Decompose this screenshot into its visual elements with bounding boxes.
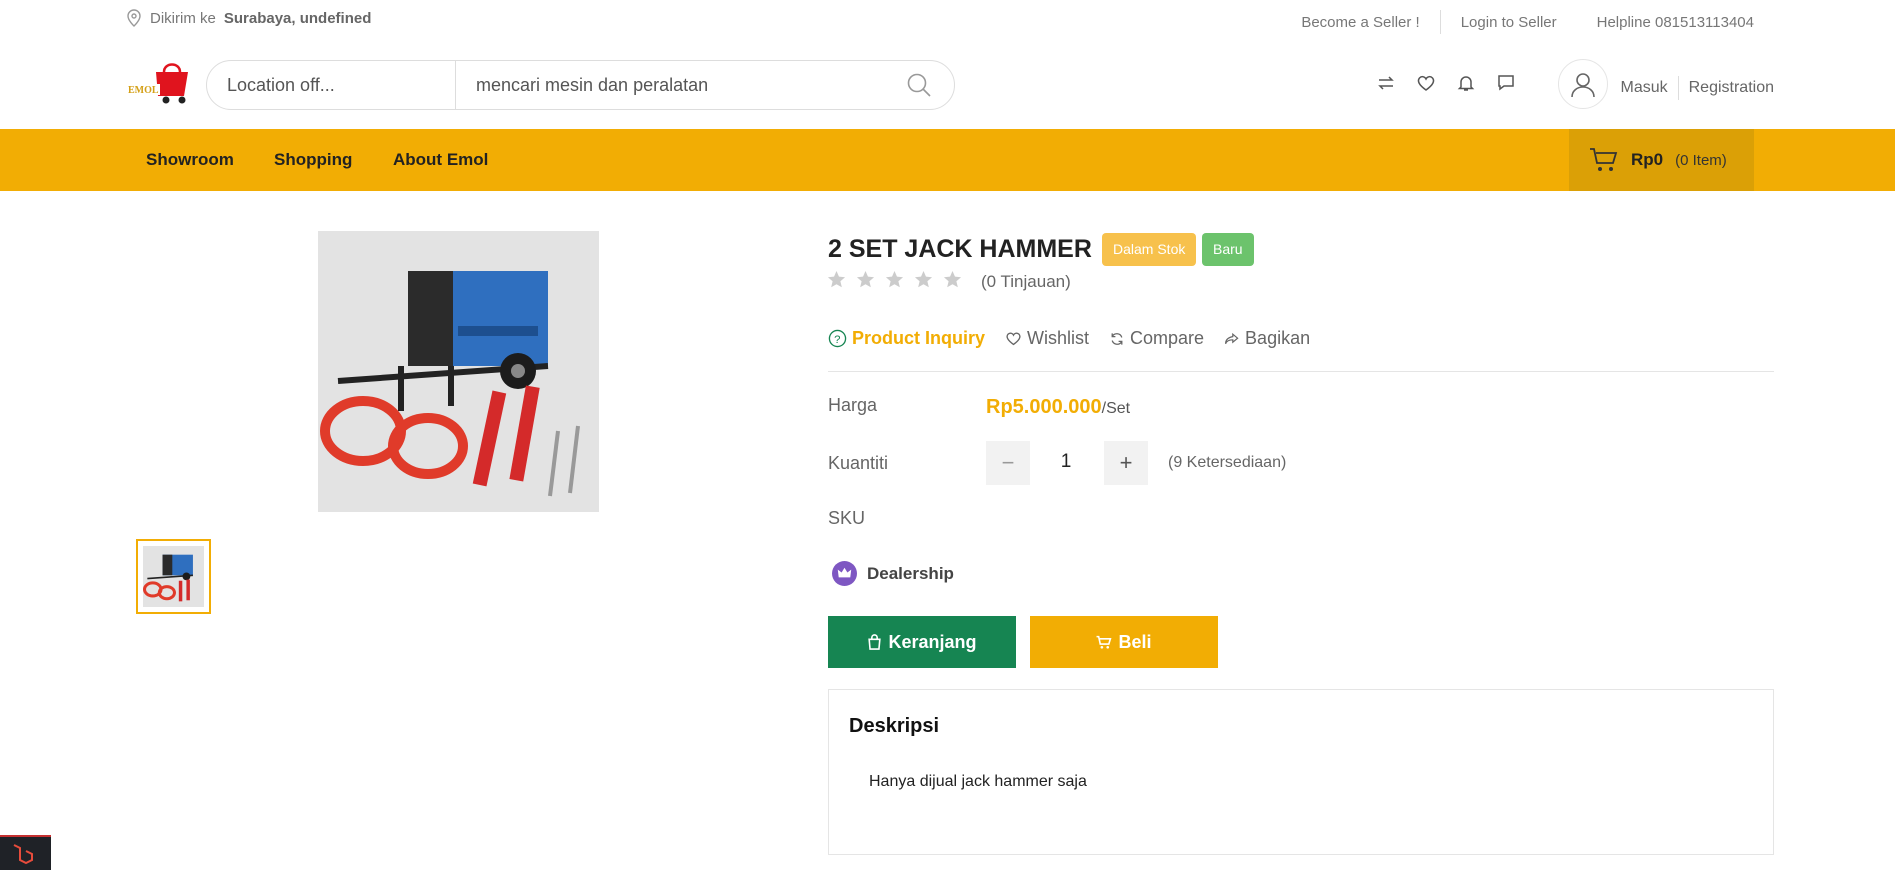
- product-main-image[interactable]: [318, 231, 599, 512]
- minus-icon: −: [1001, 450, 1015, 475]
- delivery-location[interactable]: Dikirim ke Surabaya, undefined: [126, 9, 371, 27]
- inquiry-label: Product Inquiry: [852, 328, 986, 348]
- shopping-bag-icon: [868, 634, 882, 650]
- product-inquiry-link[interactable]: ? Product Inquiry: [828, 328, 985, 349]
- product-thumbnail[interactable]: [136, 539, 211, 614]
- dealership-badge: Dealership: [832, 561, 954, 586]
- top-bar: Dikirim ke Surabaya, undefined Become a …: [0, 0, 1895, 40]
- search-input[interactable]: mencari mesin dan peralatan: [456, 75, 906, 96]
- review-count[interactable]: (0 Tinjauan): [981, 272, 1071, 292]
- search-bar: Location off... mencari mesin dan perala…: [206, 60, 955, 110]
- cart-button[interactable]: Rp0 (0 Item): [1569, 129, 1754, 191]
- login-link[interactable]: Masuk: [1621, 79, 1668, 97]
- refresh-icon: [1111, 332, 1123, 345]
- product-actions: ? Product Inquiry Wishlist Compare Bagik…: [828, 328, 1310, 349]
- product-title: 2 SET JACK HAMMER: [828, 235, 1092, 263]
- login-seller-link[interactable]: Login to Seller: [1441, 14, 1577, 31]
- auth-links: Masuk Registration: [1621, 76, 1774, 100]
- plus-icon: +: [1119, 450, 1133, 475]
- description-text: Hanya dijual jack hammer saja: [869, 773, 1087, 790]
- compare-label: Compare: [1130, 328, 1205, 348]
- divider: [828, 371, 1774, 372]
- wishlist-label: Wishlist: [1027, 328, 1090, 348]
- search-icon[interactable]: [906, 72, 932, 98]
- add-to-cart-label: Keranjang: [888, 631, 977, 652]
- helpline-text: Helpline 081513113404: [1596, 13, 1754, 31]
- chat-icon[interactable]: [1496, 73, 1516, 93]
- price-amount: Rp5.000.000: [986, 396, 1102, 418]
- quantity-decrease-button[interactable]: −: [986, 441, 1030, 485]
- location-input[interactable]: Location off...: [207, 61, 456, 109]
- star-icon: [914, 270, 933, 288]
- header: EMOL Location off... mencari mesin dan p…: [0, 40, 1895, 129]
- description-panel: Deskripsi Hanya dijual jack hammer saja: [828, 689, 1774, 855]
- delivery-city: Surabaya, undefined: [223, 9, 372, 27]
- main-nav: Showroom Shopping About Emol Rp0 (0 Item…: [0, 129, 1895, 191]
- stock-badge: Dalam Stok: [1102, 233, 1197, 266]
- cart-icon: [1097, 635, 1112, 649]
- nav-showroom[interactable]: Showroom: [146, 150, 234, 170]
- header-icons: [1376, 73, 1516, 93]
- cart-count: (0 Item): [1675, 151, 1727, 169]
- buy-button[interactable]: Beli: [1030, 616, 1218, 668]
- svg-text:?: ?: [834, 334, 840, 346]
- share-link[interactable]: Bagikan: [1224, 328, 1310, 349]
- quantity-increase-button[interactable]: +: [1104, 441, 1148, 485]
- compare-arrows-icon[interactable]: [1376, 73, 1396, 93]
- registration-link[interactable]: Registration: [1689, 79, 1774, 97]
- share-arrow-icon: [1225, 332, 1239, 344]
- wishlist-link[interactable]: Wishlist: [1005, 328, 1089, 349]
- share-label: Bagikan: [1245, 328, 1311, 348]
- user-avatar-icon[interactable]: [1558, 59, 1608, 109]
- location-pin-icon: [127, 9, 141, 27]
- become-seller-link[interactable]: Become a Seller !: [1281, 14, 1439, 31]
- crown-icon: [832, 561, 857, 586]
- nav-shopping[interactable]: Shopping: [274, 150, 352, 170]
- new-badge: Baru: [1202, 233, 1254, 266]
- svg-text:EMOL: EMOL: [128, 85, 159, 96]
- cart-icon: [1590, 148, 1618, 171]
- quantity-input[interactable]: 1: [1030, 451, 1102, 473]
- cart-amount: Rp0: [1631, 150, 1664, 169]
- buy-label: Beli: [1118, 631, 1152, 652]
- price-value: Rp5.000.000/Set: [986, 396, 1130, 419]
- star-icon: [827, 270, 846, 288]
- sku-label: SKU: [828, 508, 866, 528]
- bell-icon[interactable]: [1456, 73, 1476, 93]
- star-icon: [943, 270, 962, 288]
- debug-toolbar-icon[interactable]: [0, 835, 51, 870]
- star-icon: [885, 270, 904, 288]
- quantity-label: Kuantiti: [828, 453, 889, 473]
- divider: [1677, 76, 1679, 100]
- emol-logo[interactable]: EMOL: [126, 58, 194, 104]
- heart-icon[interactable]: [1416, 73, 1436, 93]
- price-label: Harga: [828, 395, 878, 415]
- rating-stars: [827, 270, 962, 289]
- delivery-prefix: Dikirim ke: [150, 9, 216, 27]
- availability-text: (9 Ketersediaan): [1168, 454, 1287, 471]
- star-icon: [856, 270, 875, 288]
- description-title: Deskripsi: [849, 715, 940, 737]
- dealership-label: Dealership: [867, 563, 954, 583]
- compare-link[interactable]: Compare: [1109, 328, 1204, 349]
- nav-about[interactable]: About Emol: [393, 150, 488, 170]
- question-circle-icon: ?: [828, 329, 847, 348]
- heart-icon: [1006, 332, 1021, 346]
- add-to-cart-button[interactable]: Keranjang: [828, 616, 1016, 668]
- top-links: Become a Seller ! Login to Seller Helpli…: [1281, 10, 1774, 34]
- price-unit: /Set: [1101, 400, 1131, 417]
